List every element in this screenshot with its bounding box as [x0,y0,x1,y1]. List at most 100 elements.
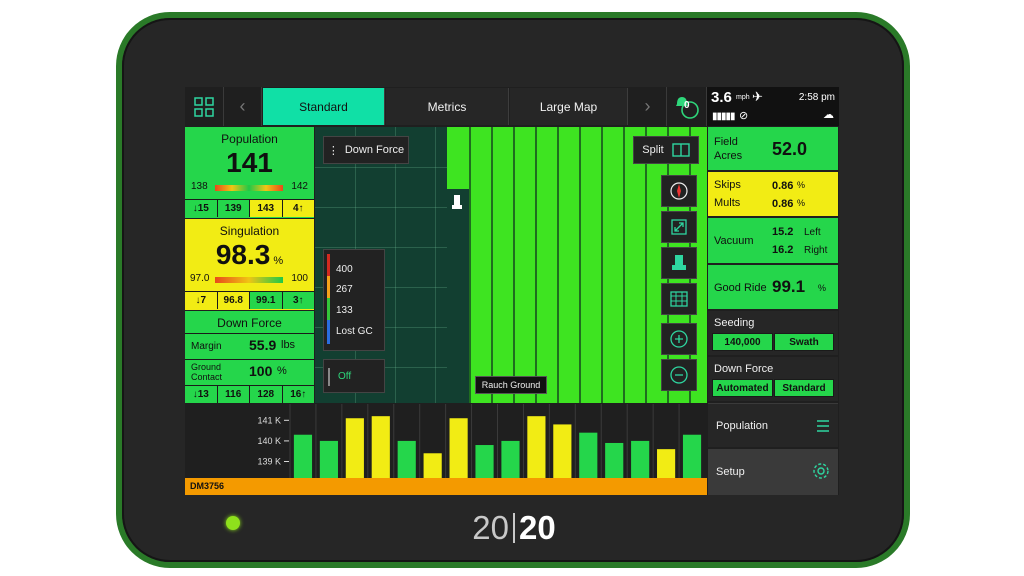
row-bar-11[interactable] [553,424,572,478]
follow-tractor-button[interactable] [661,247,697,279]
prev-page-button[interactable]: ‹ [224,87,262,126]
power-led [226,516,240,530]
unplanted-strip [447,189,469,403]
chevron-left-icon: ‹ [239,96,246,116]
fullscreen-button[interactable] [661,211,697,243]
population-low-rows: ↓15 [185,200,218,217]
split-icon [672,143,690,157]
satellite-icon: ✈ [752,89,763,104]
y-tick-label: 141 K [257,415,281,425]
row-bar-4[interactable] [371,416,390,478]
singulation-value: 98.3% [185,239,314,271]
down-force-setting-button[interactable]: Standard [774,379,834,397]
field-acres-value: 52.0 [772,139,808,159]
population-low-value: 139 [217,200,250,217]
ground-contact-label-1: Ground [191,362,222,372]
population-row-stats: ↓15 139 143 4↑ [185,199,314,217]
monitor-id-label: DM3756 [190,481,225,491]
row-bar-12[interactable] [579,432,598,478]
menu-icon: ⋮ [327,144,339,157]
vacuum-panel[interactable]: Vacuum 15.2 Left 16.2 Right [708,218,838,263]
legend-label-133: 133 [336,305,353,316]
row-bar-2[interactable] [319,440,338,478]
split-label: Split [642,144,664,156]
seeding-mode-button[interactable]: Swath [774,333,834,351]
field-map[interactable]: ⋮ Down Force Split 400 267 133 Lost GC Of… [315,127,707,403]
population-menu-label: Population [716,420,768,432]
brand-logo-left: 20 [472,509,509,546]
margin-label: Margin [191,341,222,352]
margin-unit: lbs [281,339,296,351]
row-bar-7[interactable] [449,418,468,478]
row-bar-9[interactable] [501,440,520,478]
population-value: 141 [226,147,273,178]
row-bar-8[interactable] [475,445,494,478]
skips-mults-panel[interactable]: Skips 0.86 % Mults 0.86 % [708,172,838,216]
zoom-out-button[interactable] [661,359,697,391]
good-ride-label: Good Ride [714,282,767,294]
vacuum-left-value: 15.2 [772,226,794,238]
hamburger-icon [817,420,829,432]
row-bar-16[interactable] [682,434,702,478]
zoom-in-button[interactable] [661,323,697,355]
tab-large-map[interactable]: Large Map [510,88,628,125]
toggle-track [328,368,330,386]
row-bar-6[interactable] [423,453,442,478]
vacuum-label: Vacuum [714,235,754,247]
population-menu-button[interactable]: Population [708,403,838,447]
skips-unit: % [797,180,806,190]
compass-button[interactable] [661,175,697,207]
split-view-button[interactable]: Split [633,136,699,164]
row-bar-1[interactable] [293,434,313,478]
legend-label-lost-gc: Lost GC [336,326,373,337]
row-status-bar [185,478,707,495]
down-force-mode-button[interactable]: Automated [712,379,773,397]
singulation-low-value: 96.8 [217,292,250,309]
row-bar-15[interactable] [657,449,676,478]
clock-time: 2:58 pm [798,92,835,103]
down-force-high-rows: 16↑ [282,386,314,403]
tab-metrics[interactable]: Metrics [386,88,509,125]
zoom-out-icon [670,366,688,384]
row-bar-5[interactable] [397,440,416,478]
gps-icon: ⊘ [739,110,749,122]
y-tick-label: 140 K [257,436,281,446]
field-acres-panel[interactable]: Field Acres 52.0 [708,127,838,170]
row-bar-10[interactable] [527,416,546,478]
legend-swatch-267 [327,276,330,298]
vacuum-left-label: Left [804,227,821,238]
tab-standard[interactable]: Standard [263,88,385,125]
row-bar-3[interactable] [345,418,364,478]
down-force-control-label: Down Force [714,363,774,375]
down-force-high-value: 128 [250,386,283,403]
app-grid-button[interactable] [185,87,224,126]
zoom-in-icon [670,330,688,348]
population-high-value: 143 [250,200,283,217]
margin-value: 55.9 [249,337,277,353]
next-page-button[interactable]: › [629,87,667,126]
singulation-panel[interactable]: Singulation 98.3% 97.0 100 ↓7 96.8 99.1 … [185,219,314,310]
down-force-panel[interactable]: Down Force Margin 55.9 lbs Ground Contac… [185,311,314,403]
map-layer-button[interactable]: ⋮ Down Force [323,136,409,164]
good-ride-panel[interactable]: Good Ride 99.1 % [708,265,838,309]
tractor-icon [452,195,462,211]
legend-label-400: 400 [336,264,353,275]
row-bar-14[interactable] [631,440,650,478]
map-legend[interactable]: 400 267 133 Lost GC [323,249,385,351]
table-icon [670,291,688,307]
population-panel[interactable]: Population 141 138 142 ↓15 139 143 4↑ [185,127,314,218]
seeding-label: Seeding [714,317,755,329]
grid-view-button[interactable] [661,283,697,315]
setup-button[interactable]: Setup [708,449,838,495]
down-force-title: Down Force [217,316,282,330]
singulation-gauge [215,277,283,283]
row-bar-13[interactable] [605,442,624,478]
legend-swatch-lost-gc [327,320,330,344]
map-overlay-toggle[interactable]: Off [323,359,385,393]
alerts-button[interactable]: 0 [667,87,707,126]
expand-icon [671,219,687,235]
tractor-view-icon [672,255,686,270]
brand-logo-right: 20 [519,509,556,546]
seeding-rate-button[interactable]: 140,000 [712,333,773,351]
singulation-number: 98.3 [215,239,271,270]
